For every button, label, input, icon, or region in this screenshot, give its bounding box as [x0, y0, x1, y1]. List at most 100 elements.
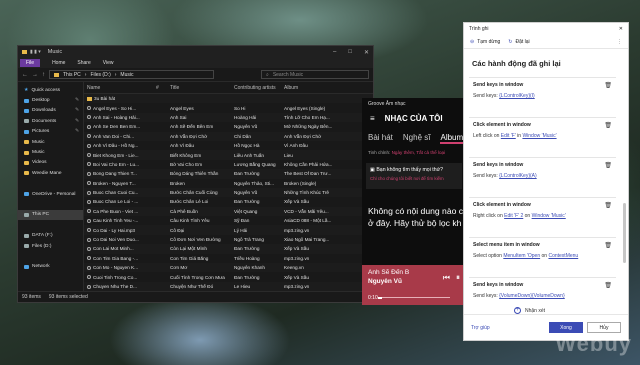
table-row[interactable]: Biet Khong Em - Lie... Biết Không Em Liêu …	[84, 150, 373, 160]
forward-icon[interactable]: →	[32, 72, 38, 78]
step-link[interactable]: Window 'Music'	[522, 133, 556, 139]
step-link[interactable]: MenuItem 'Open	[503, 253, 540, 259]
table-row[interactable]: Cau Kinh Tinh Yeu -... Câu Kinh Tình Yêu S…	[84, 216, 373, 225]
step-link[interactable]: Edit 'F'	[501, 133, 516, 139]
recorded-step[interactable]: Select menu item in window Select option …	[469, 237, 616, 259]
table-row[interactable]: Anh Sai - Hoàng Hải... Anh Sai Hoàng Hải Tì…	[84, 112, 373, 123]
sidebar-item[interactable]: ★ Quick access	[18, 85, 83, 95]
close-icon[interactable]: ✕	[364, 49, 369, 56]
delete-icon[interactable]: 🗑	[604, 82, 612, 89]
table-row[interactable]: Cuoi Tinh Trong Co... Cuối Tình Trong Cơn…	[84, 272, 373, 281]
more-options-icon[interactable]: ⋮	[617, 39, 622, 45]
recorded-step[interactable]: Click element in window Left click on Edi…	[469, 117, 616, 139]
table-row[interactable]: Co Dai - Ly Hai.mp3 Cô Đại Lý Hải mp3.zing.…	[84, 225, 373, 235]
step-link[interactable]: Edit 'F' 2	[504, 213, 523, 219]
table-row[interactable]: Anh Se Den Ben Em... Anh Sẽ Đến Bên Em Ngu…	[84, 122, 373, 131]
reset-button[interactable]: ↻ Đặt lại	[508, 39, 529, 45]
sidebar-item[interactable]: Music	[18, 137, 83, 147]
breadcrumb-this-pc[interactable]: This PC	[63, 72, 81, 78]
pause-icon[interactable]: ⏸	[456, 273, 460, 283]
table-row[interactable]: Buoc Chan Cuoi Cu... Bước Chân Cuối Cùng N…	[84, 187, 373, 198]
breadcrumb-files[interactable]: Files (D:)	[90, 72, 110, 78]
breadcrumb-music[interactable]: Music	[120, 72, 133, 78]
sidebar-item[interactable]: Downloads ✎	[18, 106, 83, 116]
minimize-icon[interactable]: –	[333, 49, 336, 56]
step-link[interactable]: {LControlKey}(A)	[499, 173, 537, 179]
tab-songs[interactable]: Bài hát	[368, 133, 393, 144]
sidebar-item[interactable]: This PC	[18, 209, 83, 221]
back-icon[interactable]: ←	[22, 72, 28, 78]
sidebar-item[interactable]: Pictures ✎	[18, 127, 83, 137]
help-link[interactable]: Trợ giúp	[471, 325, 490, 331]
col-album[interactable]: Album	[284, 85, 344, 91]
promo-link[interactable]: Chỉ cho chúng tôi biết nơi để tìm kiếm	[370, 176, 458, 181]
col-artists[interactable]: Contributing artists	[234, 85, 284, 91]
sidebar-item[interactable]: Music	[18, 147, 83, 157]
pause-button[interactable]: ⊖ Tạm dừng	[470, 39, 500, 45]
file-name: Cuoi Tinh Trong Co...	[93, 274, 138, 280]
step-link[interactable]: ContextMenu	[548, 253, 578, 259]
tab-artists[interactable]: Nghệ sĩ	[403, 133, 431, 144]
delete-icon[interactable]: 🗑	[604, 202, 612, 209]
recorded-step[interactable]: Send keys in window Send keys: {LControlK…	[469, 77, 616, 99]
sidebar-item[interactable]: Weedie Mane	[18, 168, 83, 178]
sidebar-item[interactable]: Videos	[18, 158, 83, 168]
scrollbar[interactable]	[623, 203, 626, 263]
recorded-step[interactable]: Send keys in window Send keys: {VolumeDow…	[469, 277, 616, 299]
tab-file[interactable]: File	[20, 59, 41, 67]
table-row[interactable]: Con Tim Gia Bang -... Con Tim Giá Băng Tri…	[84, 254, 373, 263]
cell-artists: So Hi	[234, 105, 246, 111]
sidebar-item[interactable]: Documents ✎	[18, 116, 83, 126]
file-name: Bong Dang Thien T...	[93, 171, 137, 177]
table-row[interactable]: Con Lai Mot Minh... Còn Lại Một Mình Đan T…	[84, 244, 373, 254]
previous-icon[interactable]: ⏮	[443, 273, 450, 283]
maximize-icon[interactable]: □	[348, 49, 352, 56]
step-link[interactable]: {LControlKey}(I)	[499, 93, 535, 99]
step-link[interactable]: Window 'Music'	[532, 213, 566, 219]
table-row[interactable]: Anh Vì Đâu - Hồ Ng... Anh Vì Đâu Hồ Ngọc H…	[84, 141, 373, 150]
up-icon[interactable]: ↑	[42, 72, 45, 78]
table-row[interactable]: Chuyen Nhu The D... Chuyện Như Thế Đó Le H…	[84, 281, 373, 291]
pause-label: Tạm dừng	[477, 38, 501, 45]
delete-icon[interactable]: 🗑	[604, 242, 612, 249]
search-icon: ⌕	[266, 71, 269, 78]
sidebar-item[interactable]: Network	[18, 262, 83, 272]
recorded-step[interactable]: Send keys in window Send keys: {LControlK…	[469, 157, 616, 179]
col-name[interactable]: Name	[84, 85, 156, 91]
close-icon[interactable]: ✕	[619, 26, 623, 32]
sidebar-item[interactable]: DATA (F:)	[18, 230, 83, 240]
table-row[interactable]: Broken - Nguyen T... Broken Nguyên Thảo, S…	[84, 179, 373, 188]
table-row[interactable]: Boi Vai Cho Em - Lu... Bờ Vai Cho Em Lương…	[84, 160, 373, 169]
filter-value[interactable]: Ngày thêm, Tất cả thể loại	[392, 150, 446, 155]
tab-albums[interactable]: Album	[440, 133, 464, 144]
table-row[interactable]: 3u Bài hát	[84, 94, 373, 104]
col-number[interactable]: #	[156, 85, 170, 91]
seek-bar[interactable]	[378, 297, 450, 299]
address-bar[interactable]: This PC › Files (D:) › Music	[49, 70, 214, 79]
sidebar-icon	[24, 98, 29, 103]
sidebar-item[interactable]: Desktop ✎	[18, 95, 83, 105]
table-row[interactable]: Con Mo - Nguyen K... Cơn Mơ Nguyên Khanh Ke…	[84, 263, 373, 273]
tab-view[interactable]: View	[103, 60, 114, 66]
table-row[interactable]: Anh Van Doi - Chi... Anh Vẫn Đợi Chờ Chi D…	[84, 131, 373, 141]
quick-access-toolbar[interactable]: ▮ ▮ ▾	[30, 49, 41, 55]
delete-icon[interactable]: 🗑	[604, 162, 612, 169]
recorded-step[interactable]: Click element in window Right click on Ed…	[469, 197, 616, 219]
cell-title: Anh Sẽ Đến Bên Em	[170, 124, 214, 130]
table-row[interactable]: Buoc Chan Le Loi - ... Bước Chân Lẻ Loi Đa…	[84, 197, 373, 206]
table-row[interactable]: Bong Dang Thien T... Bóng Dáng Thiên Thần…	[84, 169, 373, 179]
col-title[interactable]: Title	[170, 85, 234, 91]
sidebar-item[interactable]: OneDrive - Personal	[18, 189, 83, 199]
search-input[interactable]: ⌕ Search Music	[261, 70, 369, 79]
tab-share[interactable]: Share	[77, 60, 90, 66]
delete-icon[interactable]: 🗑	[604, 122, 612, 129]
table-row[interactable]: Angel Eyes - So Hi... Angel Eyes So Hi Ange…	[84, 103, 373, 112]
delete-icon[interactable]: 🗑	[604, 282, 612, 289]
table-row[interactable]: Co Dai Noi Ven Duo... Cô Đơn Nơi Ven Đườn…	[84, 235, 373, 244]
tab-home[interactable]: Home	[52, 60, 65, 66]
table-row[interactable]: Ca Phe Buon - Viet ... Cà Phê Buồn Việt Qu…	[84, 206, 373, 217]
hamburger-icon[interactable]: ≡	[370, 114, 375, 123]
sidebar-item[interactable]: Files (D:)	[18, 241, 83, 251]
step-link[interactable]: {VolumeDown}{VolumeDown}	[499, 293, 565, 299]
add-comment-button[interactable]: + Nhận xét	[514, 307, 545, 314]
